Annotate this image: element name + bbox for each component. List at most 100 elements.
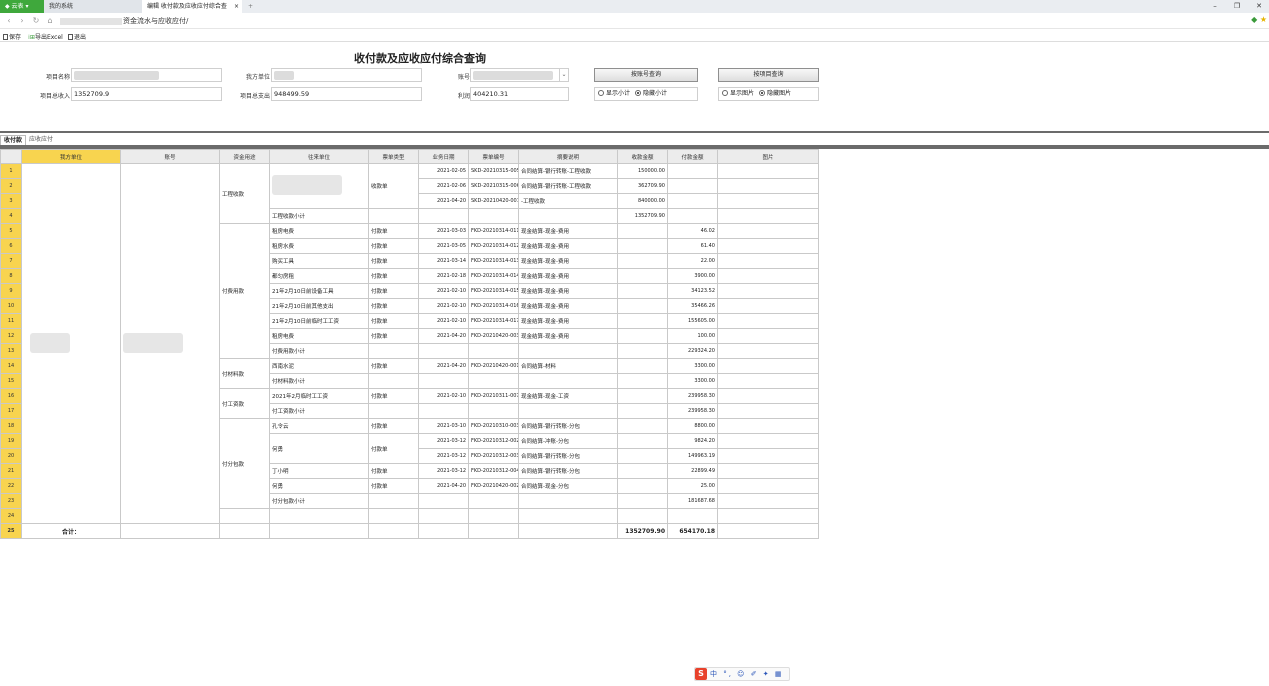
image-cell[interactable] [717,343,819,359]
paid-cell[interactable] [667,193,718,209]
radio-icon[interactable] [598,90,604,96]
image-cell[interactable] [717,193,819,209]
row-number[interactable]: 20 [0,448,22,464]
counterparty-cell[interactable]: 21年2月10日前其他支出 [269,298,369,314]
tab-active-query[interactable]: 编辑 收付款及应收应付综合查 × [142,0,242,13]
counterparty-cell[interactable]: 2021年2月临时工工资 [269,388,369,404]
date-cell[interactable] [418,508,469,524]
empty-cell[interactable] [518,523,618,539]
radio-icon[interactable] [722,90,728,96]
counterparty-cell[interactable]: 付工资款小计 [269,403,369,419]
paid-cell[interactable]: 3900.00 [667,268,718,284]
row-number[interactable]: 18 [0,418,22,434]
image-cell[interactable] [717,268,819,284]
row-number[interactable]: 3 [0,193,22,209]
row-number[interactable]: 12 [0,328,22,344]
received-cell[interactable] [617,403,668,419]
row-number[interactable]: 11 [0,313,22,329]
doc-no-cell[interactable]: FKD-20210312-002 [468,433,519,449]
row-number[interactable]: 10 [0,298,22,314]
image-cell[interactable] [717,448,819,464]
counterparty-cell[interactable]: 付材料款小计 [269,373,369,389]
date-cell[interactable]: 2021-03-05 [418,238,469,254]
doc-no-cell[interactable] [468,508,519,524]
paid-cell[interactable] [667,178,718,194]
col-header-image[interactable]: 图片 [717,149,819,164]
doc-no-cell[interactable]: FKD-20210314-013 [468,253,519,269]
image-cell[interactable] [717,418,819,434]
doc-type-cell[interactable]: 付款单 [368,283,419,299]
row-number[interactable]: 17 [0,403,22,419]
received-cell[interactable] [617,418,668,434]
doc-type-cell[interactable]: 付款单 [368,298,419,314]
empty-cell[interactable] [120,523,220,539]
doc-no-cell[interactable] [468,403,519,419]
doc-no-cell[interactable]: SKD-20210420-001 [468,193,519,209]
counterparty-cell[interactable]: 工程收款小计 [269,208,369,224]
memo-cell[interactable]: 合同结算-材料 [518,358,618,374]
image-cell[interactable] [717,463,819,479]
memo-cell[interactable]: 现金结算-现金-费用 [518,313,618,329]
doc-type-cell[interactable] [368,403,419,419]
row-number[interactable]: 2 [0,178,22,194]
project-name-field[interactable] [71,68,222,82]
ime-toolbar[interactable]: S中 °, ☺ ✐ ✦ ▦ [694,667,790,681]
purpose-cell[interactable]: 付材料款 [219,358,270,389]
date-cell[interactable] [418,403,469,419]
radio-selected-icon[interactable] [634,90,641,96]
image-cell[interactable] [717,478,819,494]
counterparty-cell[interactable]: 西南水泥 [269,358,369,374]
table-row[interactable]: 1 工程收款 收款单 2021-02-05 SKD-20210315-005 合同结算-银… [0,163,819,524]
date-cell[interactable]: 2021-02-10 [418,283,469,299]
memo-cell[interactable]: 合同结算-现金-分包 [518,478,618,494]
paid-cell[interactable] [667,208,718,224]
doc-type-cell[interactable]: 付款单 [368,478,419,494]
show-image-option[interactable]: 显示图片 [719,90,754,97]
col-header-purpose[interactable]: 资金用途 [219,149,270,164]
image-cell[interactable] [717,163,819,179]
memo-cell[interactable]: 现金结算-现金-费用 [518,328,618,344]
memo-cell[interactable]: 现金结算-现金-工资 [518,388,618,404]
doc-no-cell[interactable]: FKD-20210314-016 [468,298,519,314]
paid-cell[interactable]: 25.00 [667,478,718,494]
paid-cell[interactable]: 46.02 [667,223,718,239]
doc-type-cell[interactable] [368,343,419,359]
received-cell[interactable] [617,223,668,239]
paid-cell[interactable]: 239958.30 [667,388,718,404]
close-tab-icon[interactable]: × [234,0,239,13]
row-number[interactable]: 9 [0,283,22,299]
received-cell[interactable]: 840000.00 [617,193,668,209]
received-cell[interactable] [617,373,668,389]
doc-no-cell[interactable]: FKD-20210312-003 [468,448,519,464]
received-cell[interactable] [617,343,668,359]
memo-cell[interactable] [518,508,618,524]
tab-receivables-payables[interactable]: 应收应付 [26,135,56,145]
date-cell[interactable]: 2021-04-20 [418,328,469,344]
forward-icon[interactable]: › [17,15,27,27]
hide-image-option[interactable]: 隐藏图片 [756,90,791,97]
received-cell[interactable] [617,253,668,269]
paid-cell[interactable]: 239958.30 [667,403,718,419]
col-header-paid[interactable]: 付款金额 [667,149,718,164]
purpose-cell[interactable]: 付分包款 [219,418,270,509]
doc-type-cell[interactable] [368,208,419,224]
paid-cell[interactable]: 149963.19 [667,448,718,464]
paid-cell[interactable]: 8800.00 [667,418,718,434]
row-number[interactable]: 19 [0,433,22,449]
image-cell[interactable] [717,298,819,314]
memo-cell[interactable]: 现金结算-现金-费用 [518,298,618,314]
received-cell[interactable] [617,313,668,329]
counterparty-cell[interactable]: 付费用款小计 [269,343,369,359]
memo-cell[interactable]: 合同结算-银行转账-工程收款 [518,178,618,194]
total-row[interactable]: 25 合计： 1352709.90 654170.18 [0,523,819,539]
row-number[interactable]: 21 [0,463,22,479]
save-button[interactable]: 保存 [3,32,21,41]
doc-type-cell[interactable]: 付款单 [368,388,419,404]
date-cell[interactable]: 2021-02-05 [418,163,469,179]
paid-cell[interactable]: 22.00 [667,253,718,269]
image-cell[interactable] [717,433,819,449]
corner-cell[interactable] [0,149,22,164]
col-header-counterparty[interactable]: 往来单位 [269,149,369,164]
doc-no-cell[interactable]: FKD-20210310-003 [468,418,519,434]
doc-no-cell[interactable]: SKD-20210315-005 [468,163,519,179]
